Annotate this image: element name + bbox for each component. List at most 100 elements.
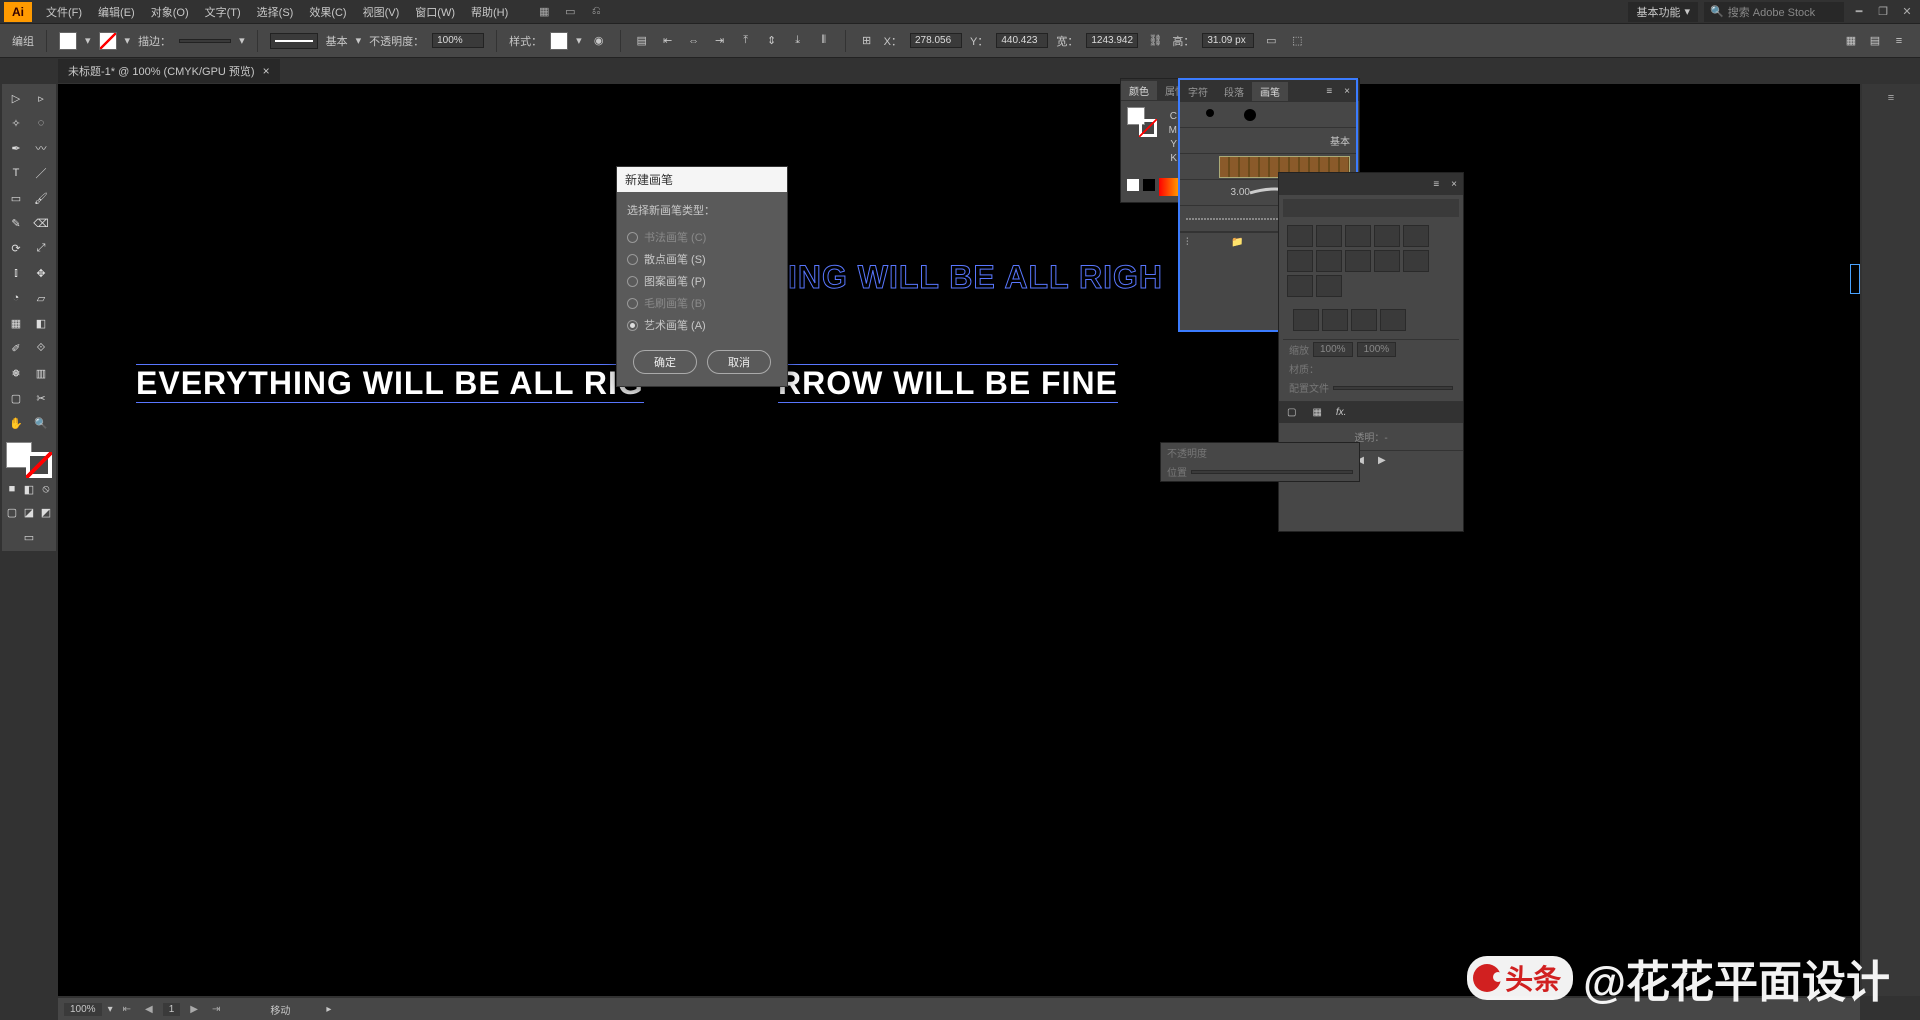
stroke-color-icon[interactable]: [1139, 119, 1157, 137]
prev-artboard-icon[interactable]: ◀: [141, 1004, 157, 1015]
panel-menu-icon[interactable]: ≡: [1890, 32, 1908, 50]
hand-tool[interactable]: ✋: [4, 411, 28, 435]
position-dropdown[interactable]: [1191, 470, 1353, 474]
chevron-down-icon[interactable]: ▾: [108, 1004, 113, 1015]
transform-ref-icon[interactable]: ⊞: [858, 32, 876, 50]
black-swatch-icon[interactable]: [1143, 179, 1155, 191]
pathfinder-icon[interactable]: [1351, 309, 1377, 331]
menu-edit[interactable]: 编辑(E): [90, 0, 143, 24]
eyedropper-tool[interactable]: ✐: [4, 336, 28, 360]
align-icon[interactable]: [1374, 225, 1400, 247]
h-input[interactable]: 31.09 px: [1202, 33, 1254, 48]
align-icon[interactable]: [1345, 225, 1371, 247]
stroke-color-icon[interactable]: [26, 452, 52, 478]
lasso-tool[interactable]: ◌: [29, 111, 53, 135]
artwork-text-fill-left[interactable]: EVERYTHING WILL BE ALL RIG: [136, 364, 644, 403]
distribute-icon[interactable]: ⫴: [815, 32, 833, 50]
scale-x-input[interactable]: 100%: [1313, 342, 1353, 357]
align-icon[interactable]: ▤: [633, 32, 651, 50]
close-icon[interactable]: ×: [1338, 86, 1356, 97]
symbol-sprayer-tool[interactable]: ❅: [4, 361, 28, 385]
preferences-icon[interactable]: ▤: [1866, 32, 1884, 50]
selection-tool[interactable]: ▷: [4, 86, 28, 110]
width-tool[interactable]: ⫾: [4, 261, 28, 285]
chevron-down-icon[interactable]: ▾: [239, 34, 245, 47]
align-top-icon[interactable]: ⤒: [737, 32, 755, 50]
brush-preview[interactable]: [270, 33, 318, 49]
align-right-icon[interactable]: ⇥: [711, 32, 729, 50]
none-mode-icon[interactable]: ⦸: [38, 481, 54, 497]
align-icon[interactable]: [1345, 250, 1371, 272]
edge-handle[interactable]: [1850, 264, 1860, 294]
artboard-number[interactable]: 1: [163, 1003, 181, 1016]
rotate-tool[interactable]: ⟳: [4, 236, 28, 260]
graphic-styles-icon[interactable]: ▦: [1304, 405, 1329, 420]
menu-type[interactable]: 文字(T): [197, 0, 249, 24]
menu-file[interactable]: 文件(F): [38, 0, 90, 24]
menu-help[interactable]: 帮助(H): [463, 0, 516, 24]
first-artboard-icon[interactable]: ⇤: [119, 1004, 135, 1015]
arrange-icon[interactable]: ▭: [562, 4, 578, 20]
stroke-weight-input[interactable]: [179, 39, 231, 43]
shaper-tool[interactable]: ✎: [4, 211, 28, 235]
window-close-icon[interactable]: ✕: [1898, 5, 1916, 19]
pathfinder-icon[interactable]: [1322, 309, 1348, 331]
panel-fill-stroke[interactable]: [1127, 107, 1157, 137]
last-artboard-icon[interactable]: ⇥: [208, 1004, 224, 1015]
align-icon[interactable]: [1316, 225, 1342, 247]
menu-window[interactable]: 窗口(W): [407, 0, 463, 24]
profile-dropdown[interactable]: [1333, 386, 1453, 390]
chevron-down-icon[interactable]: ▾: [356, 34, 362, 47]
radio-art[interactable]: 艺术画笔 (A): [627, 314, 777, 336]
color-mode-icon[interactable]: ■: [4, 481, 20, 497]
menu-view[interactable]: 视图(V): [355, 0, 408, 24]
x-input[interactable]: 278.056: [910, 33, 962, 48]
align-left-icon[interactable]: ⇤: [659, 32, 677, 50]
align-icon[interactable]: [1316, 275, 1342, 297]
opacity-input[interactable]: 100%: [432, 33, 484, 48]
y-input[interactable]: 440.423: [996, 33, 1048, 48]
brush-library-icon[interactable]: ⫶: [1186, 237, 1189, 248]
window-restore-icon[interactable]: ❐: [1874, 5, 1892, 19]
align-bottom-icon[interactable]: ⤓: [789, 32, 807, 50]
folder-icon[interactable]: 📁: [1231, 237, 1243, 248]
scale-y-input[interactable]: 100%: [1357, 342, 1397, 357]
align-icon[interactable]: [1403, 250, 1429, 272]
free-transform-tool[interactable]: ✥: [29, 261, 53, 285]
zoom-level[interactable]: 100%: [64, 1003, 102, 1016]
canvas-area[interactable]: ING WILL BE ALL RIGH EVERYTHING WILL BE …: [58, 84, 1860, 996]
shape-props-icon[interactable]: ▭: [1262, 32, 1280, 50]
slice-tool[interactable]: ✂: [29, 386, 53, 410]
ok-button[interactable]: 确定: [633, 350, 697, 374]
close-icon[interactable]: ×: [263, 64, 270, 78]
blend-tool[interactable]: ⟐: [29, 336, 53, 360]
draw-inside-icon[interactable]: ◩: [38, 500, 54, 524]
panel-menu-icon[interactable]: ≡: [1427, 179, 1445, 190]
cancel-button[interactable]: 取消: [707, 350, 771, 374]
artwork-text-fill-right[interactable]: RROW WILL BE FINE: [778, 364, 1118, 403]
dock-collapse-icon[interactable]: ≡: [1883, 90, 1899, 106]
line-tool[interactable]: ／: [29, 161, 53, 185]
fill-swatch[interactable]: [59, 32, 77, 50]
next-icon[interactable]: ▶: [1378, 455, 1386, 466]
fill-stroke-control[interactable]: [4, 440, 54, 480]
align-icon[interactable]: [1316, 250, 1342, 272]
eraser-tool[interactable]: ⌫: [29, 211, 53, 235]
curvature-tool[interactable]: 〰: [29, 136, 53, 160]
brush-item[interactable]: [1180, 102, 1356, 128]
w-input[interactable]: 1243.942: [1086, 33, 1138, 48]
chevron-down-icon[interactable]: ▾: [125, 34, 131, 47]
type-tool[interactable]: T: [4, 161, 28, 185]
panel-menu-icon[interactable]: ≡: [1320, 86, 1338, 97]
status-arrow-icon[interactable]: ▸: [326, 1004, 331, 1015]
scale-tool[interactable]: ⤢: [29, 236, 53, 260]
pathfinder-icon[interactable]: [1293, 309, 1319, 331]
bridge-icon[interactable]: ▦: [536, 4, 552, 20]
align-vcenter-icon[interactable]: ⇕: [763, 32, 781, 50]
menu-select[interactable]: 选择(S): [249, 0, 302, 24]
magic-wand-tool[interactable]: ✧: [4, 111, 28, 135]
next-artboard-icon[interactable]: ▶: [186, 1004, 202, 1015]
mesh-tool[interactable]: ▦: [4, 311, 28, 335]
radio-scatter[interactable]: 散点画笔 (S): [627, 248, 777, 270]
artwork-text-outline[interactable]: ING WILL BE ALL RIGH: [788, 259, 1163, 296]
